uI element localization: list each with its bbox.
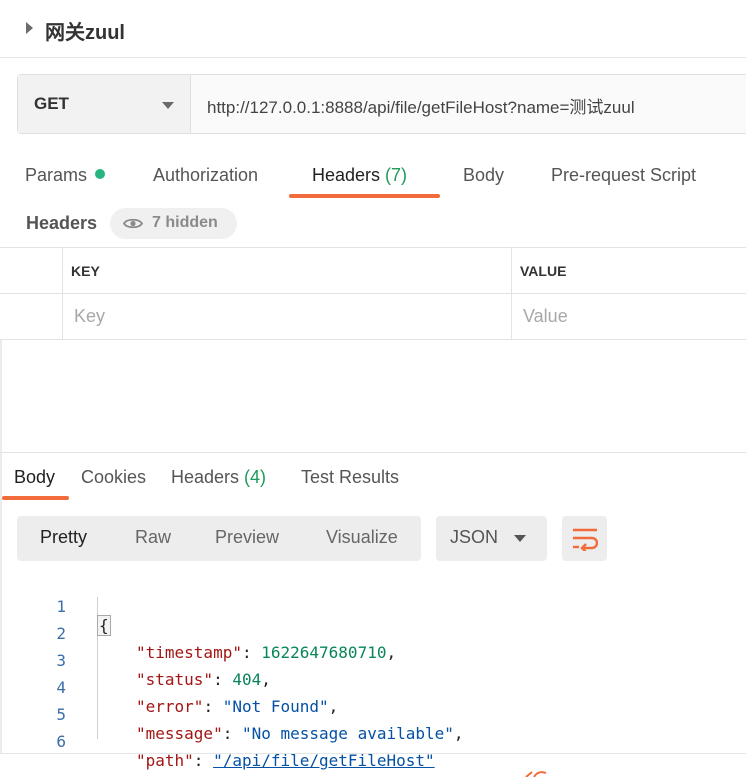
- table-row: Key Value: [0, 294, 746, 340]
- format-label: JSON: [450, 527, 499, 547]
- response-tabs: Body Cookies Headers (4) Test Results: [0, 455, 746, 501]
- url-input[interactable]: http://127.0.0.1:8888/api/file/getFileHo…: [207, 93, 635, 118]
- response-tab-body-label: Body: [14, 467, 56, 487]
- chevron-down-icon: [514, 535, 526, 542]
- bottom-divider: [0, 753, 746, 754]
- method-label: GET: [34, 94, 69, 113]
- column-header-key: KEY: [71, 263, 100, 279]
- headers-table: KEY VALUE Key Value: [0, 247, 746, 340]
- tab-pre-request-script[interactable]: Pre-request Script: [551, 165, 696, 186]
- tab-params-label: Params: [25, 165, 88, 185]
- tab-authorization-label: Authorization: [153, 165, 259, 185]
- params-active-dot: [95, 169, 106, 179]
- response-tab-test-results[interactable]: Test Results: [301, 467, 399, 488]
- view-raw-button[interactable]: Raw: [135, 527, 171, 548]
- response-tab-cookies-label: Cookies: [81, 467, 147, 487]
- request-title-row: 网关zuul: [0, 0, 746, 58]
- active-response-tab-indicator: [2, 496, 69, 500]
- wrap-lines-icon: [573, 528, 598, 551]
- code-line: 5 "message": "No message available",: [0, 686, 746, 743]
- response-divider[interactable]: [0, 452, 746, 453]
- key-input[interactable]: Key: [74, 306, 105, 327]
- active-tab-indicator: [289, 194, 440, 198]
- code-line: 2 "timestamp": 1622647680710,: [0, 605, 746, 662]
- response-tab-cookies[interactable]: Cookies: [81, 467, 146, 488]
- response-tab-headers[interactable]: Headers (4): [171, 467, 266, 488]
- headers-section-label: Headers: [26, 213, 98, 233]
- wrap-lines-button[interactable]: [562, 516, 607, 561]
- column-divider: [62, 248, 63, 340]
- line-number: 6: [56, 732, 66, 751]
- eye-icon: [123, 218, 143, 229]
- view-visualize-button[interactable]: Visualize: [326, 527, 398, 548]
- tab-headers[interactable]: Headers (7): [312, 165, 407, 186]
- code-line: 6 "path": "/api/file/getFileHost": [0, 713, 746, 770]
- column-divider: [511, 248, 512, 340]
- code-line: 3 "status": 404,: [0, 632, 746, 689]
- column-header-value: VALUE: [520, 263, 567, 279]
- response-tab-body[interactable]: Body: [14, 467, 55, 488]
- expand-caret-icon[interactable]: [26, 22, 33, 34]
- tab-params[interactable]: Params: [25, 165, 106, 186]
- tab-authorization[interactable]: Authorization: [153, 165, 258, 186]
- request-tabs: Params Authorization Headers (7) Body Pr…: [0, 152, 746, 200]
- tab-headers-label: Headers: [312, 165, 386, 185]
- view-pretty-button[interactable]: Pretty: [40, 527, 87, 548]
- tab-body-label: Body: [463, 165, 505, 185]
- code-line: 4 "error": "Not Found",: [0, 659, 746, 716]
- chevron-down-icon: [162, 102, 174, 109]
- code-line: 1 {: [0, 578, 746, 636]
- response-tab-test-results-label: Test Results: [301, 467, 400, 487]
- tab-body[interactable]: Body: [463, 165, 504, 186]
- partial-logo-icon: [525, 771, 547, 777]
- response-body-code[interactable]: 1 { 2 "timestamp": 1622647680710, 3 "sta…: [0, 575, 746, 770]
- url-bar: GET http://127.0.0.1:8888/api/file/getFi…: [17, 74, 746, 134]
- response-tab-headers-count: (4): [244, 467, 267, 487]
- tab-headers-count: (7): [385, 165, 408, 185]
- view-mode-group: Pretty Raw Preview Visualize: [17, 516, 421, 561]
- view-preview-button[interactable]: Preview: [215, 527, 279, 548]
- tab-pre-request-script-label: Pre-request Script: [551, 165, 697, 185]
- method-select[interactable]: GET: [18, 75, 191, 133]
- hidden-headers-toggle[interactable]: 7 hidden: [110, 208, 237, 239]
- hidden-headers-label: 7 hidden: [152, 214, 218, 231]
- request-name[interactable]: 网关zuul: [45, 16, 125, 45]
- value-input[interactable]: Value: [523, 306, 568, 327]
- format-select[interactable]: JSON: [436, 516, 547, 561]
- response-tab-headers-label: Headers: [171, 467, 245, 487]
- table-header-row: KEY VALUE: [0, 248, 746, 294]
